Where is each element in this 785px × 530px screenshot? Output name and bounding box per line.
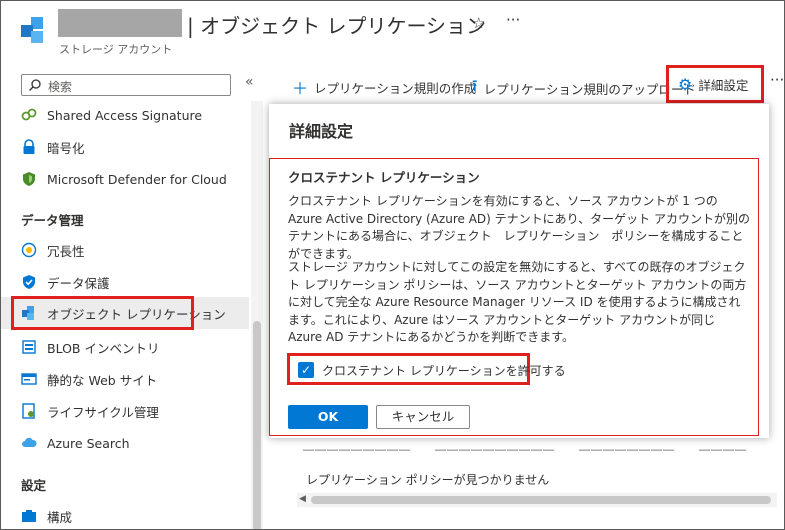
redacted-account-name xyxy=(58,9,182,37)
sidebar-scrollbar-thumb[interactable] xyxy=(253,321,261,529)
sidebar: 検索 « Shared Access Signature 暗号化 Microso… xyxy=(1,65,266,529)
sidebar-item-label: BLOB インベントリ xyxy=(47,340,160,356)
lock-icon xyxy=(23,139,35,154)
create-rule-label: レプリケーション規則の作成 xyxy=(314,80,477,96)
advanced-settings-panel: 詳細設定 クロステナント レプリケーション クロステナント レプリケーションを有… xyxy=(269,104,769,438)
section-header-settings: 設定 xyxy=(21,478,47,493)
command-bar: ＋ レプリケーション規則の作成 ⭱ レプリケーション規則のアップロード ⚙ 詳細… xyxy=(266,65,784,103)
empty-message: レプリケーション ポリシーが見つかりません xyxy=(306,473,550,487)
horizontal-scrollbar-thumb[interactable] xyxy=(311,496,771,504)
star-icon[interactable]: ☆ xyxy=(472,14,485,32)
description-paragraph-2: ストレージ アカウントに対してこの設定を無効にすると、すべての既存のオブジェクト… xyxy=(288,260,747,344)
sidebar-item-defender[interactable]: Microsoft Defender for Cloud xyxy=(1,163,249,195)
inventory-icon xyxy=(22,340,36,354)
sidebar-item-data-protection[interactable]: データ保護 xyxy=(1,266,249,298)
sidebar-item-label: 冗長性 xyxy=(47,243,85,259)
section-title: クロステナント レプリケーション xyxy=(288,170,480,185)
upload-icon: ⭱ xyxy=(472,76,478,95)
search-placeholder: 検索 xyxy=(48,80,73,94)
scroll-left-icon[interactable]: ◀ xyxy=(299,494,306,504)
sidebar-item-label: Azure Search xyxy=(47,435,130,451)
shield-check-icon xyxy=(23,275,35,289)
cross-tenant-checkbox-row[interactable]: ✓ クロステナント レプリケーションを許可する xyxy=(287,353,566,385)
key-icon xyxy=(21,108,37,121)
sidebar-item-encryption[interactable]: 暗号化 xyxy=(1,131,249,163)
config-icon xyxy=(22,510,36,522)
sidebar-item-shared-access-signature[interactable]: Shared Access Signature xyxy=(1,99,249,131)
sidebar-item-label: ライフサイクル管理 xyxy=(47,404,159,420)
cloud-search-icon xyxy=(22,437,37,447)
window: | オブジェクト レプリケーション ストレージ アカウント ☆ ··· 検索 «… xyxy=(0,0,785,530)
shield-icon xyxy=(23,172,35,186)
sidebar-item-static-website[interactable]: 静的な Web サイト xyxy=(1,363,249,395)
section-header-data-management: データ管理 xyxy=(21,213,84,228)
horizontal-scrollbar[interactable]: ◀ xyxy=(297,493,777,507)
globe-icon xyxy=(21,242,37,258)
upload-rule-label: レプリケーション規則のアップロード xyxy=(483,82,696,97)
search-input[interactable]: 検索 xyxy=(21,74,231,96)
highlight-box-sidebar xyxy=(11,296,194,330)
page-title: | オブジェクト レプリケーション xyxy=(187,14,487,38)
more-commands-button[interactable]: ··· xyxy=(770,71,784,89)
storage-account-icon xyxy=(21,17,43,43)
cancel-button[interactable]: キャンセル xyxy=(376,405,470,429)
checkbox-checked-icon[interactable]: ✓ xyxy=(298,362,314,378)
create-rule-button[interactable]: ＋ レプリケーション規則の作成 xyxy=(292,75,476,99)
sidebar-item-redundancy[interactable]: 冗長性 xyxy=(1,234,249,266)
lifecycle-icon xyxy=(22,403,35,419)
sidebar-item-configuration[interactable]: 構成 xyxy=(1,500,249,529)
panel-title: 詳細設定 xyxy=(289,122,354,141)
sidebar-item-label: Shared Access Signature xyxy=(47,107,203,123)
checkbox-label: クロステナント レプリケーションを許可する xyxy=(322,364,566,378)
sidebar-item-lifecycle[interactable]: ライフサイクル管理 xyxy=(1,395,249,427)
description-paragraph-1: クロステナント レプリケーションを有効にすると、ソース アカウントが 1 つの … xyxy=(288,194,750,261)
sidebar-item-label: 構成 xyxy=(47,509,73,525)
cross-tenant-section: クロステナント レプリケーション クロステナント レプリケーションを有効にすると… xyxy=(269,158,759,436)
sidebar-item-label: Microsoft Defender for Cloud xyxy=(47,171,227,187)
search-icon xyxy=(29,79,41,91)
sidebar-item-azure-search[interactable]: Azure Search xyxy=(1,427,249,459)
sidebar-item-label: 暗号化 xyxy=(47,140,85,156)
page-subtitle: ストレージ アカウント xyxy=(59,43,173,56)
collapse-sidebar-button[interactable]: « xyxy=(245,74,254,90)
upload-rule-button[interactable]: ⭱ レプリケーション規則のアップロード xyxy=(472,75,696,102)
highlight-box-toolbar xyxy=(666,65,764,103)
website-icon xyxy=(21,373,37,385)
ellipsis-icon[interactable]: ··· xyxy=(506,11,520,29)
page-header: | オブジェクト レプリケーション ストレージ アカウント ☆ ··· xyxy=(1,1,784,65)
plus-icon: ＋ xyxy=(292,79,309,98)
table-header-fragment: ――――――――― ―――――――――― ―――――――― ―――― xyxy=(303,443,747,456)
sidebar-item-label: 静的な Web サイト xyxy=(47,372,158,388)
sidebar-item-blob-inventory[interactable]: BLOB インベントリ xyxy=(1,331,249,363)
ok-button[interactable]: OK xyxy=(288,405,368,429)
sidebar-item-label: データ保護 xyxy=(47,275,110,291)
